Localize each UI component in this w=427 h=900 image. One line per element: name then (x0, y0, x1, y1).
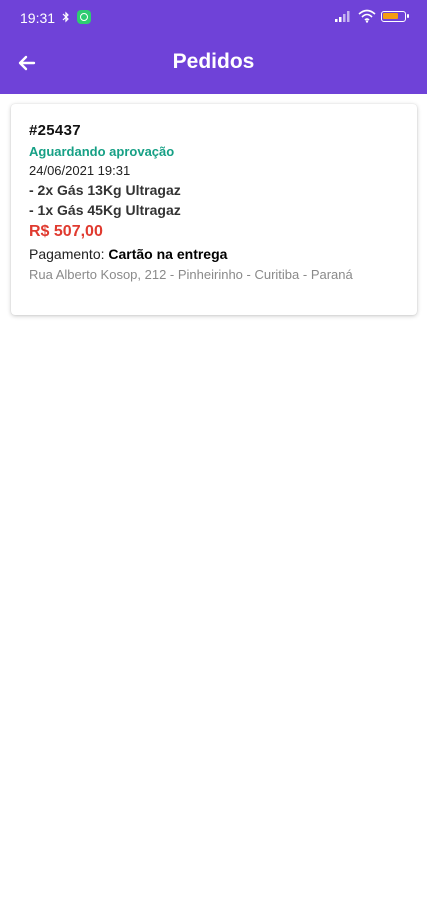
order-total: R$ 507,00 (29, 223, 103, 240)
wifi-icon (358, 9, 376, 26)
order-item: - 2x Gás 13Kg Ultragaz (29, 182, 181, 198)
whatsapp-icon (77, 10, 91, 24)
order-card[interactable]: #25437 Aguardando aprovação 24/06/2021 1… (11, 104, 417, 315)
status-bar: 19:31 (0, 0, 427, 34)
app-bar: 19:31 Pedidos (0, 0, 427, 94)
status-time: 19:31 (20, 10, 56, 26)
order-datetime: 24/06/2021 19:31 (29, 163, 131, 178)
payment-row: Pagamento: Cartão na entrega (29, 246, 417, 262)
bluetooth-icon (62, 11, 70, 26)
order-item: - 1x Gás 45Kg Ultragaz (29, 202, 181, 218)
signal-icon (335, 10, 351, 25)
payment-method: Cartão na entrega (108, 246, 228, 262)
payment-label: Pagamento: (29, 246, 105, 262)
page-title: Pedidos (172, 50, 255, 73)
order-address: Rua Alberto Kosop, 212 - Pinheirinho - C… (29, 267, 353, 282)
order-id: #25437 (29, 122, 81, 139)
order-status: Aguardando aprovação (29, 144, 175, 159)
battery-icon (381, 11, 409, 22)
